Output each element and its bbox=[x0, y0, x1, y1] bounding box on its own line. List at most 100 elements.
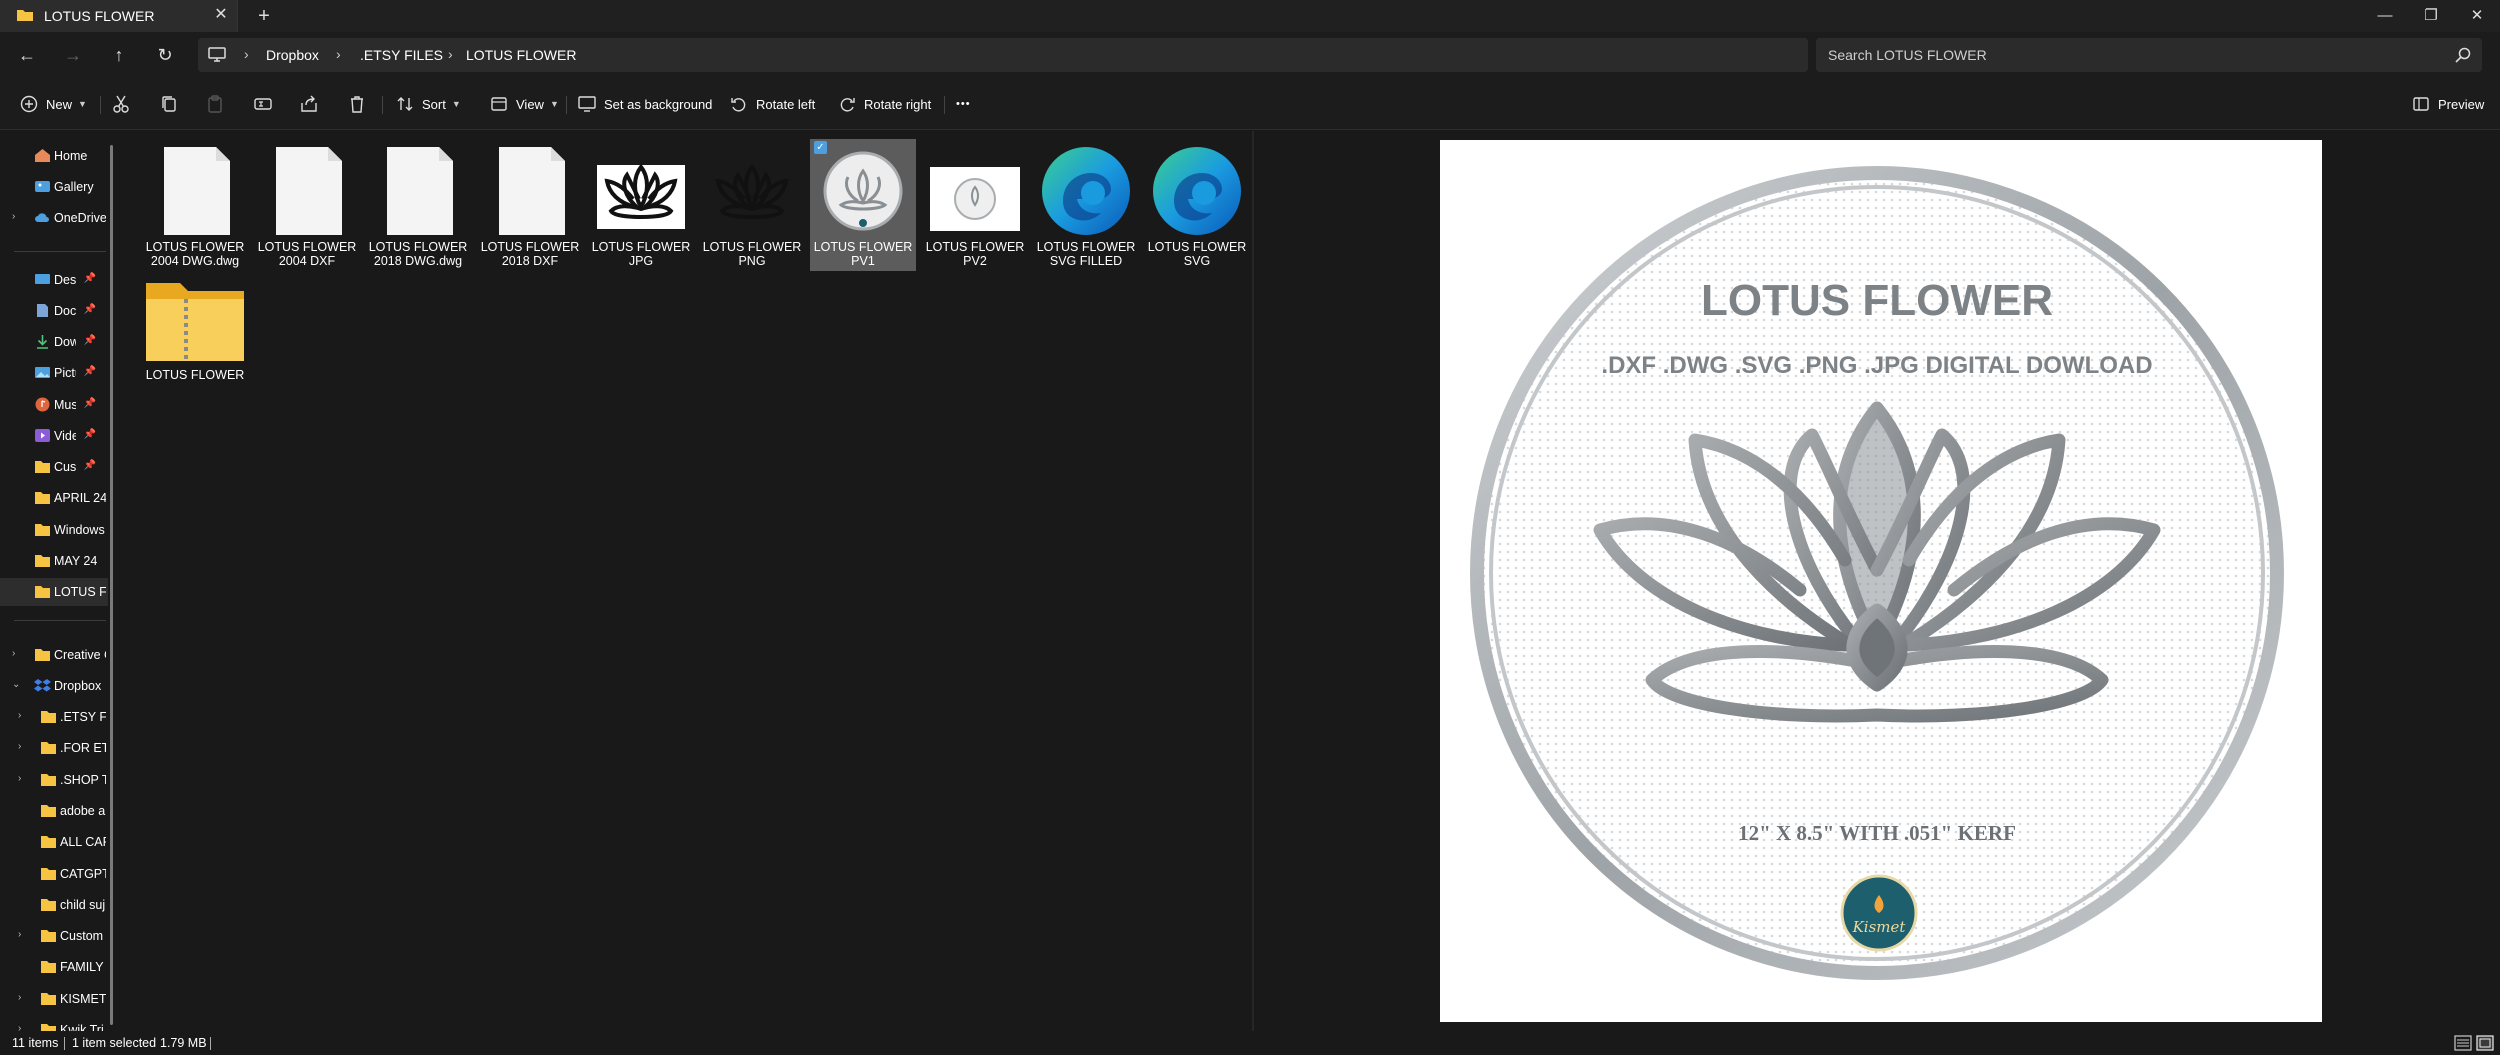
sidebar-item-etsy-fil[interactable]: › .ETSY FIL bbox=[0, 703, 108, 731]
address-bar[interactable]: › Dropbox › .ETSY FILES › LOTUS FLOWER bbox=[198, 38, 1808, 72]
sort-button[interactable]: Sort ▼ bbox=[396, 90, 461, 118]
up-button[interactable]: ↑ bbox=[104, 41, 134, 69]
sidebar-item-music[interactable]: Music 📌 bbox=[0, 391, 108, 419]
chevron-down-icon[interactable]: ⌄ bbox=[12, 679, 20, 690]
sidebar-item-shop-t[interactable]: › .SHOP T bbox=[0, 766, 108, 794]
sidebar-item-dropbox[interactable]: ⌄ Dropbox bbox=[0, 672, 108, 700]
home-icon bbox=[34, 148, 51, 163]
sidebar-item-videos[interactable]: Videos 📌 bbox=[0, 422, 108, 450]
restore-button[interactable]: ❐ bbox=[2408, 0, 2454, 32]
file-item[interactable]: LOTUS FLOWER 2018 DXF bbox=[477, 139, 583, 271]
toolbar-divider bbox=[566, 96, 567, 114]
file-item[interactable]: LOTUS FLOWER JPG bbox=[588, 139, 694, 271]
tiles-view-icon[interactable] bbox=[2476, 1035, 2494, 1051]
breadcrumb-dropbox[interactable]: Dropbox bbox=[266, 47, 319, 63]
sidebar-item-gallery[interactable]: Gallery bbox=[0, 173, 108, 201]
search-input[interactable]: Search LOTUS FLOWER bbox=[1816, 38, 2482, 72]
file-item[interactable]: LOTUS FLOWER PV2 bbox=[922, 139, 1028, 271]
close-window-button[interactable]: ✕ bbox=[2454, 0, 2500, 32]
chevron-right-icon[interactable]: › bbox=[12, 648, 15, 659]
view-button[interactable]: View ▼ bbox=[490, 90, 559, 118]
file-item[interactable]: LOTUS FLOWER bbox=[142, 267, 248, 399]
file-item[interactable]: LOTUS FLOWER 2004 DWG.dwg bbox=[142, 139, 248, 271]
file-item[interactable]: LOTUS FLOWER PV1 ✓ bbox=[810, 139, 916, 271]
sidebar-item-picture[interactable]: Picture 📌 bbox=[0, 359, 108, 387]
breadcrumb-etsy-files[interactable]: .ETSY FILES bbox=[360, 47, 443, 63]
sidebar-item-catgpt[interactable]: CATGPT bbox=[0, 860, 108, 888]
search-placeholder: Search LOTUS FLOWER bbox=[1828, 47, 1987, 63]
file-item[interactable]: LOTUS FLOWER 2004 DXF bbox=[254, 139, 360, 271]
more-options-button[interactable]: ••• bbox=[956, 90, 971, 118]
file-item[interactable]: LOTUS FLOWER 2018 DWG.dwg bbox=[365, 139, 471, 271]
rotate-left-label: Rotate left bbox=[756, 96, 816, 112]
selection-checkbox[interactable]: ✓ bbox=[814, 141, 827, 154]
chevron-right-icon[interactable]: › bbox=[18, 1023, 21, 1031]
new-tab-button[interactable]: + bbox=[250, 4, 278, 28]
rename-icon[interactable] bbox=[252, 93, 274, 115]
sidebar-item-lotus-fl[interactable]: LOTUS FL bbox=[0, 578, 108, 606]
paste-icon[interactable] bbox=[204, 93, 226, 115]
sidebar-item-label: Picture bbox=[54, 366, 76, 380]
back-button[interactable]: ← bbox=[12, 41, 42, 69]
set-as-background-button[interactable]: Set as background bbox=[578, 90, 712, 118]
sidebar-item-kismet[interactable]: › KISMET bbox=[0, 985, 108, 1013]
file-item[interactable]: LOTUS FLOWER SVG bbox=[1144, 139, 1250, 271]
copy-icon[interactable] bbox=[158, 93, 180, 115]
sidebar-item-label: Custor bbox=[54, 460, 76, 474]
folder-icon bbox=[40, 866, 57, 881]
pin-icon: 📌 bbox=[83, 366, 96, 377]
chevron-right-icon[interactable]: › bbox=[18, 773, 21, 784]
sidebar-item-all-caf[interactable]: ALL CAF bbox=[0, 828, 108, 856]
pin-icon: 📌 bbox=[83, 273, 96, 284]
sidebar-item-adobe-a[interactable]: adobe a bbox=[0, 797, 108, 825]
sidebar-item-custor[interactable]: Custor 📌 bbox=[0, 453, 108, 481]
sidebar-item-docun[interactable]: Docun 📌 bbox=[0, 297, 108, 325]
sidebar-item-for-ets[interactable]: › .FOR ETS bbox=[0, 734, 108, 762]
view-label: View bbox=[516, 96, 544, 112]
sidebar-item-kwik-tri[interactable]: › Kwik Tri bbox=[0, 1016, 108, 1031]
sidebar-item-custom[interactable]: › Custom bbox=[0, 922, 108, 950]
pane-divider[interactable] bbox=[1252, 131, 1254, 1031]
file-item[interactable]: LOTUS FLOWER SVG FILLED bbox=[1033, 139, 1139, 271]
file-item[interactable]: LOTUS FLOWER PNG bbox=[699, 139, 805, 271]
chevron-right-icon[interactable]: › bbox=[18, 741, 21, 752]
rotate-right-button[interactable]: Rotate right bbox=[838, 90, 931, 118]
sort-icon bbox=[397, 97, 413, 111]
rotate-left-button[interactable]: Rotate left bbox=[730, 90, 815, 118]
chevron-right-icon[interactable]: › bbox=[18, 992, 21, 1003]
sidebar-item-downl[interactable]: Downl 📌 bbox=[0, 328, 108, 356]
sidebar-item-creative-c[interactable]: › Creative C bbox=[0, 641, 108, 669]
sidebar-item-family[interactable]: FAMILY bbox=[0, 953, 108, 981]
cut-icon[interactable] bbox=[110, 93, 132, 115]
sidebar-scrollbar[interactable] bbox=[110, 145, 113, 1025]
close-tab-icon[interactable]: ✕ bbox=[210, 4, 232, 26]
refresh-button[interactable]: ↻ bbox=[150, 41, 180, 69]
delete-icon[interactable] bbox=[346, 93, 368, 115]
breadcrumb-lotus-flower[interactable]: LOTUS FLOWER bbox=[466, 47, 576, 63]
sidebar-item-label: Deskto bbox=[54, 273, 76, 287]
chevron-right-icon[interactable]: › bbox=[18, 710, 21, 721]
sidebar-item-windows[interactable]: Windows bbox=[0, 516, 108, 544]
chevron-down-icon: ▼ bbox=[549, 99, 559, 109]
forward-button[interactable]: → bbox=[58, 41, 88, 69]
preview-thumbnail bbox=[810, 145, 916, 237]
set-as-background-label: Set as background bbox=[604, 96, 713, 112]
chevron-right-icon[interactable]: › bbox=[18, 929, 21, 940]
sidebar-item-home[interactable]: Home bbox=[0, 142, 108, 170]
tab-lotus-flower[interactable]: LOTUS FLOWER ✕ bbox=[0, 0, 238, 32]
chevron-right-icon[interactable]: › bbox=[12, 211, 15, 222]
title-bar: LOTUS FLOWER ✕ + — ❐ ✕ bbox=[0, 0, 2500, 32]
sidebar-item-april-24[interactable]: APRIL 24 bbox=[0, 484, 108, 512]
sidebar-item-onedrive[interactable]: › OneDrive bbox=[0, 204, 108, 232]
sidebar-item-child-suj[interactable]: child suj bbox=[0, 891, 108, 919]
sidebar-item-may-24[interactable]: MAY 24 bbox=[0, 547, 108, 575]
sidebar-item-deskto[interactable]: Deskto 📌 bbox=[0, 266, 108, 294]
details-view-icon[interactable] bbox=[2454, 1035, 2472, 1051]
status-divider bbox=[210, 1037, 211, 1050]
preview-pane-button[interactable]: Preview bbox=[2412, 90, 2484, 118]
share-icon[interactable] bbox=[298, 93, 320, 115]
blank-file-icon bbox=[365, 145, 471, 237]
new-button[interactable]: New ▼ bbox=[20, 90, 87, 118]
sort-label: Sort bbox=[422, 96, 446, 112]
minimize-button[interactable]: — bbox=[2362, 0, 2408, 32]
